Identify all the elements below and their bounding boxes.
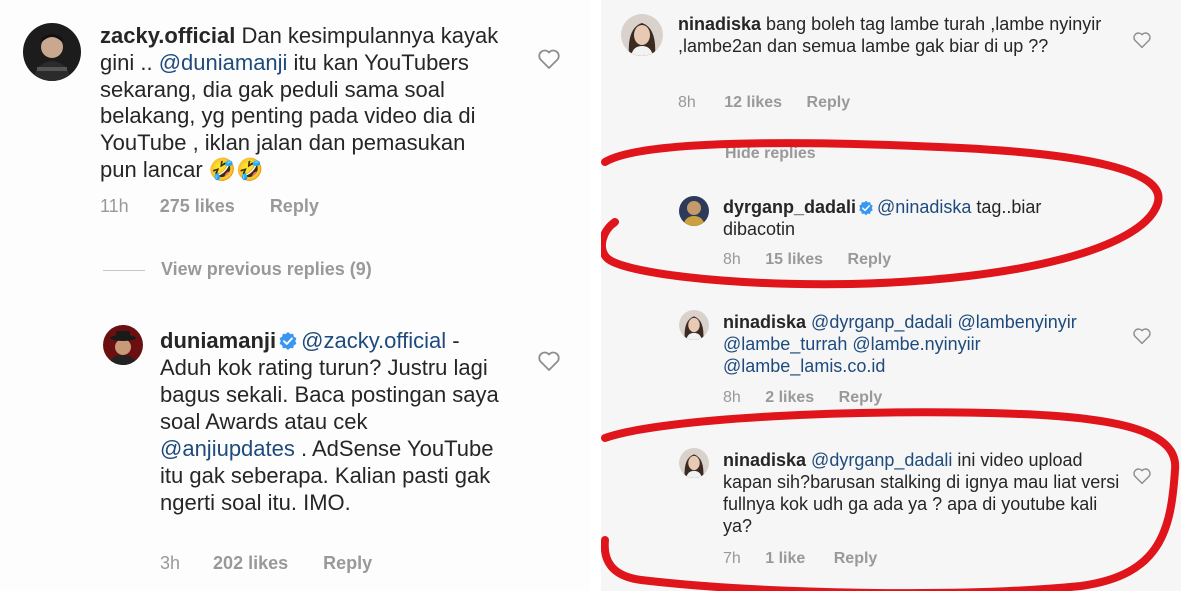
timestamp: 11h bbox=[100, 196, 129, 216]
reply-button[interactable]: Reply bbox=[834, 550, 878, 568]
comment-ninadiska-1: ninadiska bang boleh tag lambe turah ,la… bbox=[601, 0, 1181, 130]
view-previous-label[interactable]: View previous replies (9) bbox=[161, 259, 372, 279]
heart-icon[interactable] bbox=[537, 350, 561, 372]
verified-badge-icon bbox=[858, 200, 874, 216]
comment-ninadiska-3: ninadiska @dyrganp_dadali ini video uplo… bbox=[601, 440, 1181, 580]
hide-replies-link[interactable]: Hide replies bbox=[725, 145, 816, 163]
verified-badge-icon bbox=[278, 331, 298, 351]
comment-ninadiska-2: ninadiska @dyrganp_dadali @lambenyinyir … bbox=[601, 300, 1181, 420]
timestamp: 8h bbox=[678, 94, 696, 111]
comment-body: dyrganp_dadali @ninadiska tag..biar dibac… bbox=[723, 197, 1103, 241]
timestamp: 7h bbox=[723, 550, 741, 567]
mention-link[interactable]: @dyrganp_dadali bbox=[811, 450, 952, 470]
view-previous-replies[interactable]: View previous replies (9) bbox=[103, 259, 372, 280]
avatar[interactable] bbox=[621, 14, 663, 56]
panel-divider bbox=[590, 0, 601, 591]
username[interactable]: duniamanji bbox=[160, 328, 276, 353]
mention-link[interactable]: @lambe_turrah bbox=[723, 334, 847, 354]
likes-count[interactable]: 202 likes bbox=[213, 553, 288, 574]
divider-line bbox=[103, 269, 145, 271]
reply-button[interactable]: Reply bbox=[839, 389, 883, 407]
username[interactable]: ninadiska bbox=[723, 312, 806, 332]
avatar[interactable] bbox=[679, 448, 709, 478]
avatar[interactable] bbox=[103, 325, 143, 365]
heart-icon[interactable] bbox=[537, 48, 561, 70]
mention-link[interactable]: @duniamanji bbox=[159, 50, 288, 75]
likes-count[interactable]: 12 likes bbox=[724, 94, 782, 112]
comment-meta: 11h 275 likes Reply bbox=[100, 196, 319, 217]
heart-icon[interactable] bbox=[1132, 467, 1152, 485]
mention-link[interactable]: @anjiupdates bbox=[160, 436, 295, 461]
comment-meta: 7h 1 like Reply bbox=[723, 550, 877, 568]
reply-button[interactable]: Reply bbox=[807, 94, 851, 112]
timestamp: 8h bbox=[723, 389, 741, 406]
comment-meta: 8h 15 likes Reply bbox=[723, 251, 891, 269]
username[interactable]: ninadiska bbox=[723, 450, 806, 470]
username[interactable]: dyrganp_dadali bbox=[723, 197, 856, 217]
likes-count[interactable]: 15 likes bbox=[765, 251, 823, 269]
comment-body: zacky.official Dan kesimpulannya kayak g… bbox=[100, 23, 500, 184]
likes-count[interactable]: 1 like bbox=[765, 550, 805, 568]
mention-link[interactable]: @lambe.nyinyiir bbox=[852, 334, 980, 354]
timestamp: 8h bbox=[723, 251, 741, 268]
comment-body: ninadiska @dyrganp_dadali @lambenyinyir … bbox=[723, 312, 1083, 378]
comment-body: ninadiska @dyrganp_dadali ini video uplo… bbox=[723, 450, 1123, 538]
likes-count[interactable]: 2 likes bbox=[765, 389, 814, 407]
avatar[interactable] bbox=[679, 196, 709, 226]
mention-link[interactable]: @lambenyinyir bbox=[957, 312, 1076, 332]
comment-dyrganp: dyrganp_dadali @ninadiska tag..biar dibac… bbox=[601, 180, 1181, 280]
mention-link[interactable]: @ninadiska bbox=[877, 197, 971, 217]
timestamp: 3h bbox=[160, 553, 181, 573]
heart-icon[interactable] bbox=[1132, 31, 1152, 49]
username[interactable]: ninadiska bbox=[678, 14, 761, 34]
left-comment-panel: zacky.official Dan kesimpulannya kayak g… bbox=[0, 0, 590, 591]
avatar[interactable] bbox=[23, 23, 81, 81]
heart-icon[interactable] bbox=[1132, 327, 1152, 345]
username[interactable]: zacky.official bbox=[100, 23, 235, 48]
comment-duniamanji: duniamanji @zacky.official - Aduh kok rat… bbox=[0, 300, 590, 591]
mention-link[interactable]: @dyrganp_dadali bbox=[811, 312, 952, 332]
reply-button[interactable]: Reply bbox=[270, 196, 319, 217]
comment-body: ninadiska bang boleh tag lambe turah ,la… bbox=[678, 14, 1118, 58]
likes-count[interactable]: 275 likes bbox=[160, 196, 235, 217]
mention-link[interactable]: @lambe_lamis.co.id bbox=[723, 356, 885, 376]
comment-meta: 8h 2 likes Reply bbox=[723, 389, 882, 407]
comment-body: duniamanji @zacky.official - Aduh kok rat… bbox=[160, 327, 500, 516]
comment-meta: 3h 202 likes Reply bbox=[160, 553, 372, 574]
laughing-emoji: 🤣🤣 bbox=[208, 157, 264, 183]
right-comment-panel: ninadiska bang boleh tag lambe turah ,la… bbox=[601, 0, 1181, 591]
avatar[interactable] bbox=[679, 310, 709, 340]
comment-meta: 8h 12 likes Reply bbox=[678, 94, 850, 112]
reply-button[interactable]: Reply bbox=[323, 553, 372, 574]
comment-zacky: zacky.official Dan kesimpulannya kayak g… bbox=[0, 0, 590, 230]
reply-button[interactable]: Reply bbox=[848, 251, 892, 269]
mention-link[interactable]: @zacky.official bbox=[301, 328, 446, 353]
